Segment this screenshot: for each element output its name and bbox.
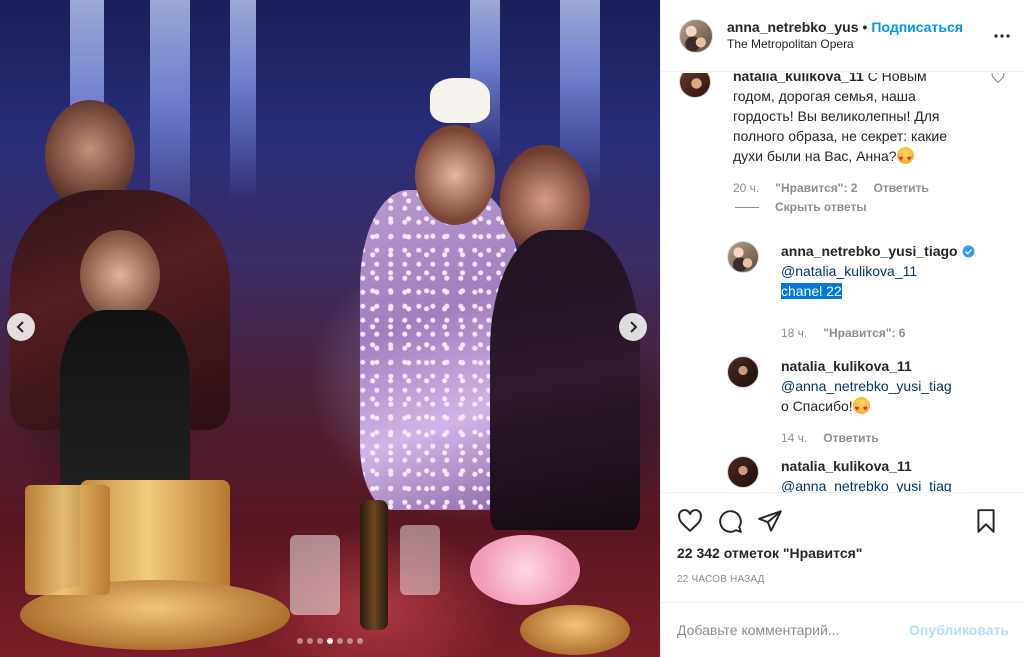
post-sidebar: anna_netrebko_yus • Подписаться The Metrop…: [660, 0, 1024, 657]
chevron-left-icon: [16, 321, 24, 333]
reply-username[interactable]: natalia_kulikova_11: [781, 458, 912, 474]
verified-badge-icon: [962, 245, 974, 258]
post-actions: 22 342 отметок "Нравится" 22 ЧАСОВ НАЗАД: [661, 492, 1024, 585]
window-column: [230, 0, 256, 200]
carousel-prev-button[interactable]: [7, 313, 35, 341]
post-location[interactable]: The Metropolitan Opera: [727, 36, 963, 53]
pink-feather: [470, 535, 580, 605]
carousel-dot: [337, 638, 343, 644]
hide-replies-button[interactable]: Скрыть ответы: [735, 200, 867, 214]
reply-mention[interactable]: @anna_netrebko_yusi_tiag: [781, 476, 981, 492]
author-username[interactable]: anna_netrebko_yus: [727, 19, 859, 35]
carousel-dot: [317, 638, 323, 644]
comment-like-icon[interactable]: [991, 73, 1005, 84]
divider-line: [735, 206, 759, 208]
reply-button[interactable]: Ответить: [873, 178, 928, 198]
glass: [400, 525, 440, 595]
reply-time[interactable]: 18 ч.: [781, 323, 807, 343]
heart-outline-icon[interactable]: [677, 508, 703, 534]
heart-eyes-emoji: [896, 147, 914, 169]
reply-mention[interactable]: @natalia_kulikova_11: [781, 261, 981, 281]
comment-composer: Опубликовать: [661, 602, 1024, 657]
comment-time[interactable]: 20 ч.: [733, 178, 759, 198]
champagne-bottle: [360, 500, 388, 630]
heart-eyes-emoji: [852, 397, 870, 419]
carousel-dot: [347, 638, 353, 644]
boy-shirt: [60, 310, 190, 500]
post-header: anna_netrebko_yus • Подписаться The Metrop…: [661, 0, 1024, 72]
commenter-avatar[interactable]: [679, 73, 711, 98]
man-right-suit: [490, 230, 640, 530]
post-photo[interactable]: [0, 0, 660, 657]
follow-button[interactable]: Подписаться: [871, 19, 963, 35]
reply-time[interactable]: 14 ч.: [781, 428, 807, 448]
replier-avatar[interactable]: [727, 456, 759, 488]
reply-item: natalia_kulikova_11 @anna_netrebko_yusi_…: [727, 456, 1007, 492]
post-timestamp[interactable]: 22 ЧАСОВ НАЗАД: [677, 574, 1009, 585]
reply-button[interactable]: Ответить: [823, 428, 878, 448]
carousel-dot: [327, 638, 333, 644]
publish-button[interactable]: Опубликовать: [909, 622, 1009, 638]
carousel-dot: [307, 638, 313, 644]
woman-head: [415, 125, 495, 225]
glass: [290, 535, 340, 615]
comment-text: С Новым годом, дорогая семья, наша гордо…: [733, 73, 947, 164]
reply-text: chanel 22: [781, 283, 842, 299]
comment-icon[interactable]: [717, 508, 743, 534]
chevron-right-icon: [630, 321, 638, 333]
reply-username[interactable]: natalia_kulikova_11: [781, 358, 912, 374]
reply-likes[interactable]: "Нравится": 6: [823, 323, 905, 343]
gold-top-hat: [25, 485, 110, 595]
comment-item: natalia_kulikova_11 С Новым годом, дорог…: [679, 73, 1007, 198]
reply-text: о Спасибо!: [781, 398, 853, 414]
carousel-indicator: [0, 638, 660, 644]
more-options-icon[interactable]: [994, 28, 1010, 44]
comment-username[interactable]: natalia_kulikova_11: [733, 73, 864, 84]
author-avatar[interactable]: [679, 18, 713, 53]
comment-input[interactable]: [677, 622, 910, 638]
separator-dot: •: [862, 18, 868, 35]
reply-mention[interactable]: @anna_netrebko_yusi_tiag: [781, 376, 981, 396]
new-year-tiara: [430, 78, 490, 123]
comment-likes[interactable]: "Нравится": 2: [775, 178, 857, 198]
carousel-next-button[interactable]: [619, 313, 647, 341]
share-icon[interactable]: [757, 508, 783, 534]
reply-item: natalia_kulikova_11 @anna_netrebko_yusi_…: [727, 356, 1007, 448]
boy-head: [80, 230, 160, 320]
bookmark-icon[interactable]: [973, 508, 999, 534]
reply-item: anna_netrebko_yusi_tiago @natalia_kuliko…: [727, 241, 1007, 343]
carousel-dot: [297, 638, 303, 644]
carousel-dot: [357, 638, 363, 644]
comments-list[interactable]: natalia_kulikova_11 С Новым годом, дорог…: [661, 73, 1024, 492]
replier-avatar[interactable]: [727, 356, 759, 388]
hide-replies-label: Скрыть ответы: [775, 200, 867, 214]
replier-avatar[interactable]: [727, 241, 759, 273]
gold-hat-brim: [520, 605, 630, 655]
reply-username[interactable]: anna_netrebko_yusi_tiago: [781, 243, 958, 259]
